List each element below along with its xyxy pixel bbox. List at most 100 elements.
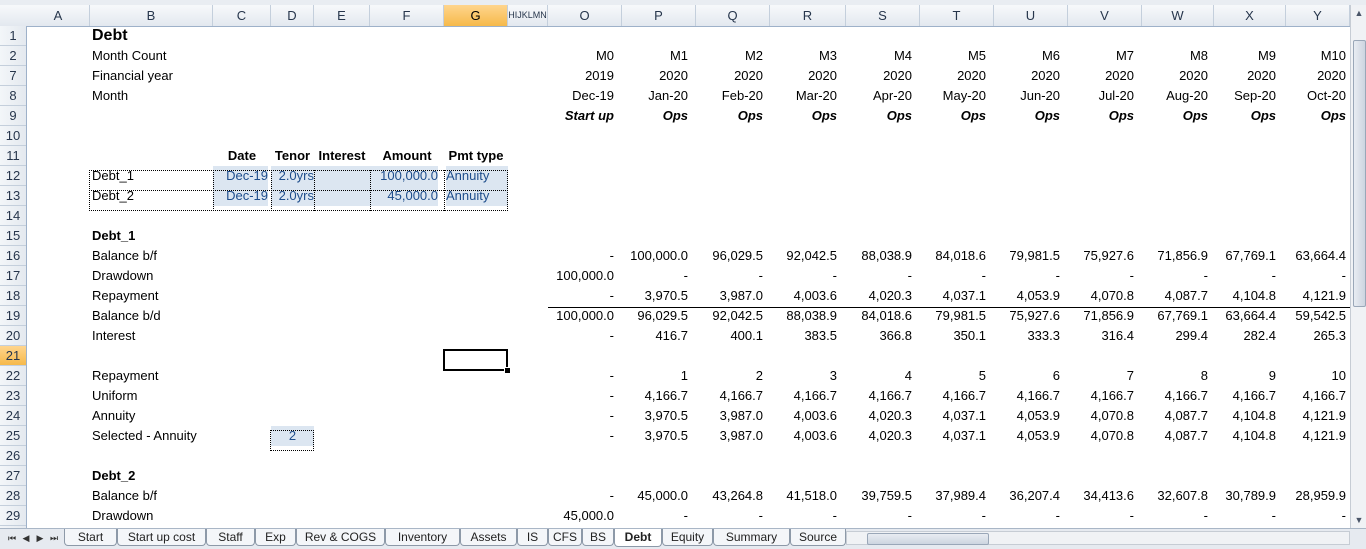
- repayment-cell: 4,104.8: [1232, 288, 1276, 303]
- column-header-s[interactable]: S: [846, 5, 920, 26]
- horizontal-scroll-thumb[interactable]: [867, 533, 989, 545]
- interest-cell: 366.8: [879, 328, 912, 343]
- sheet-tab-debt[interactable]: Debt: [614, 529, 662, 547]
- horizontal-scrollbar[interactable]: [846, 531, 1350, 545]
- sheet-tab-start-up-cost[interactable]: Start up cost: [117, 529, 206, 546]
- sheet-tab-summary[interactable]: Summary: [713, 529, 790, 546]
- row-header-13[interactable]: 13: [0, 186, 26, 206]
- sheet-tab-staff[interactable]: Staff: [206, 529, 255, 546]
- row-header-20[interactable]: 20: [0, 326, 26, 346]
- month-count-cell: M7: [1115, 48, 1134, 63]
- row-header-28[interactable]: 28: [0, 486, 26, 506]
- column-header-u[interactable]: U: [994, 5, 1068, 26]
- row-label: Interest: [92, 328, 136, 343]
- row-header-10[interactable]: 10: [0, 126, 26, 146]
- selected-annuity-cell: 4,087.7: [1164, 428, 1208, 443]
- balance-bd-cell: 84,018.6: [861, 308, 912, 323]
- column-header-p[interactable]: P: [622, 5, 696, 26]
- sheet-tab-assets[interactable]: Assets: [460, 529, 517, 546]
- month-count-cell: M0: [595, 48, 614, 63]
- row-header-25[interactable]: 25: [0, 426, 26, 446]
- sheet-tab-rev-cogs[interactable]: Rev & COGS: [296, 529, 385, 546]
- column-header-o[interactable]: O: [548, 5, 622, 26]
- financial-year-cell: 2020: [1247, 68, 1276, 83]
- column-header-a[interactable]: A: [27, 5, 90, 26]
- debt-1-input-row[interactable]: [89, 170, 508, 191]
- row-header-22[interactable]: 22: [0, 366, 26, 386]
- row-header-26[interactable]: 26: [0, 446, 26, 466]
- sheet-tab-bs[interactable]: BS: [582, 529, 614, 546]
- column-header-b[interactable]: B: [90, 5, 213, 26]
- worksheet-grid[interactable]: Debt Month Count Financial year Month M0 M1 M2…: [27, 26, 1350, 528]
- column-header-c[interactable]: C: [213, 5, 271, 26]
- column-header-d[interactable]: D: [271, 5, 314, 26]
- row-header-19[interactable]: 19: [0, 306, 26, 326]
- column-header-x[interactable]: X: [1214, 5, 1286, 26]
- section-heading: Debt_1: [92, 228, 136, 243]
- column-header-y[interactable]: Y: [1286, 5, 1350, 26]
- scroll-up-icon[interactable]: ▲: [1351, 5, 1366, 21]
- scroll-down-icon[interactable]: ▼: [1351, 512, 1366, 528]
- sheet-tab-source[interactable]: Source: [790, 529, 846, 546]
- financial-year-cell: 2019: [585, 68, 614, 83]
- drawdown-cell: -: [1271, 508, 1276, 523]
- uniform-cell: 4,166.7: [1090, 388, 1134, 403]
- row-header-14[interactable]: 14: [0, 206, 26, 226]
- row-header-9[interactable]: 9: [0, 106, 26, 126]
- row-header-29[interactable]: 29: [0, 506, 26, 526]
- annuity-cell: 4,037.1: [942, 408, 986, 423]
- prev-sheet-icon[interactable]: ◀: [20, 529, 32, 547]
- interest-cell: 400.1: [730, 328, 763, 343]
- row-header-11[interactable]: 11: [0, 146, 26, 166]
- sheet-tab-inventory[interactable]: Inventory: [385, 529, 460, 546]
- sheet-tab-exp[interactable]: Exp: [255, 529, 296, 546]
- debt-2-input-row[interactable]: [89, 190, 508, 211]
- input-divider: [444, 170, 445, 211]
- row-header-15[interactable]: 15: [0, 226, 26, 246]
- fill-handle[interactable]: [504, 367, 511, 374]
- row-label: Drawdown: [92, 508, 154, 523]
- row-header-16[interactable]: 16: [0, 246, 26, 266]
- sheet-title: Debt: [92, 27, 128, 44]
- column-header-hijklmn[interactable]: HIJKLMN: [508, 5, 548, 26]
- column-header-e[interactable]: E: [314, 5, 370, 26]
- row-header-8[interactable]: 8: [0, 86, 26, 106]
- row-header-23[interactable]: 23: [0, 386, 26, 406]
- drawdown-cell: -: [907, 268, 912, 283]
- row-header-27[interactable]: 27: [0, 466, 26, 486]
- uniform-cell: 4,166.7: [1016, 388, 1060, 403]
- active-cell[interactable]: [443, 349, 508, 371]
- column-header-t[interactable]: T: [920, 5, 994, 26]
- row-header-12[interactable]: 12: [0, 166, 26, 186]
- column-header-w[interactable]: W: [1142, 5, 1214, 26]
- repayment-number-cell: 7: [1126, 368, 1134, 383]
- row-header-18[interactable]: 18: [0, 286, 26, 306]
- column-header-g[interactable]: G: [444, 5, 508, 26]
- row-header-24[interactable]: 24: [0, 406, 26, 426]
- sheet-tab-equity[interactable]: Equity: [662, 529, 713, 546]
- vertical-scroll-thumb[interactable]: [1353, 40, 1366, 307]
- financial-year-cell: 2020: [1031, 68, 1060, 83]
- next-sheet-icon[interactable]: ▶: [34, 529, 46, 547]
- annuity-cell: 4,070.8: [1090, 408, 1134, 423]
- column-header-v[interactable]: V: [1068, 5, 1142, 26]
- column-header-q[interactable]: Q: [696, 5, 770, 26]
- row-header-7[interactable]: 7: [0, 66, 26, 86]
- payment-type-selector-box[interactable]: [270, 430, 314, 451]
- sheet-tab-cfs[interactable]: CFS: [548, 529, 582, 546]
- row-header-2[interactable]: 2: [0, 46, 26, 66]
- row-label: Balance b/f: [92, 248, 158, 263]
- selected-annuity-cell: 4,070.8: [1090, 428, 1134, 443]
- column-header-f[interactable]: F: [370, 5, 444, 26]
- sheet-tab-start[interactable]: Start: [64, 529, 117, 546]
- row-header-17[interactable]: 17: [0, 266, 26, 286]
- first-sheet-icon[interactable]: ⏮: [6, 529, 18, 547]
- row-header-1[interactable]: 1: [0, 26, 26, 46]
- sheet-tab-bar: ⏮ ◀ ▶ ⏭ Start Start up cost Staff Exp Rev & …: [0, 528, 1366, 549]
- row-header-21[interactable]: 21: [0, 346, 26, 366]
- sheet-tab-is[interactable]: IS: [517, 529, 548, 546]
- drawdown-cell: 100,000.0: [556, 268, 614, 283]
- last-sheet-icon[interactable]: ⏭: [48, 529, 60, 547]
- vertical-scrollbar[interactable]: ▲ ▼: [1350, 5, 1366, 528]
- column-header-r[interactable]: R: [770, 5, 846, 26]
